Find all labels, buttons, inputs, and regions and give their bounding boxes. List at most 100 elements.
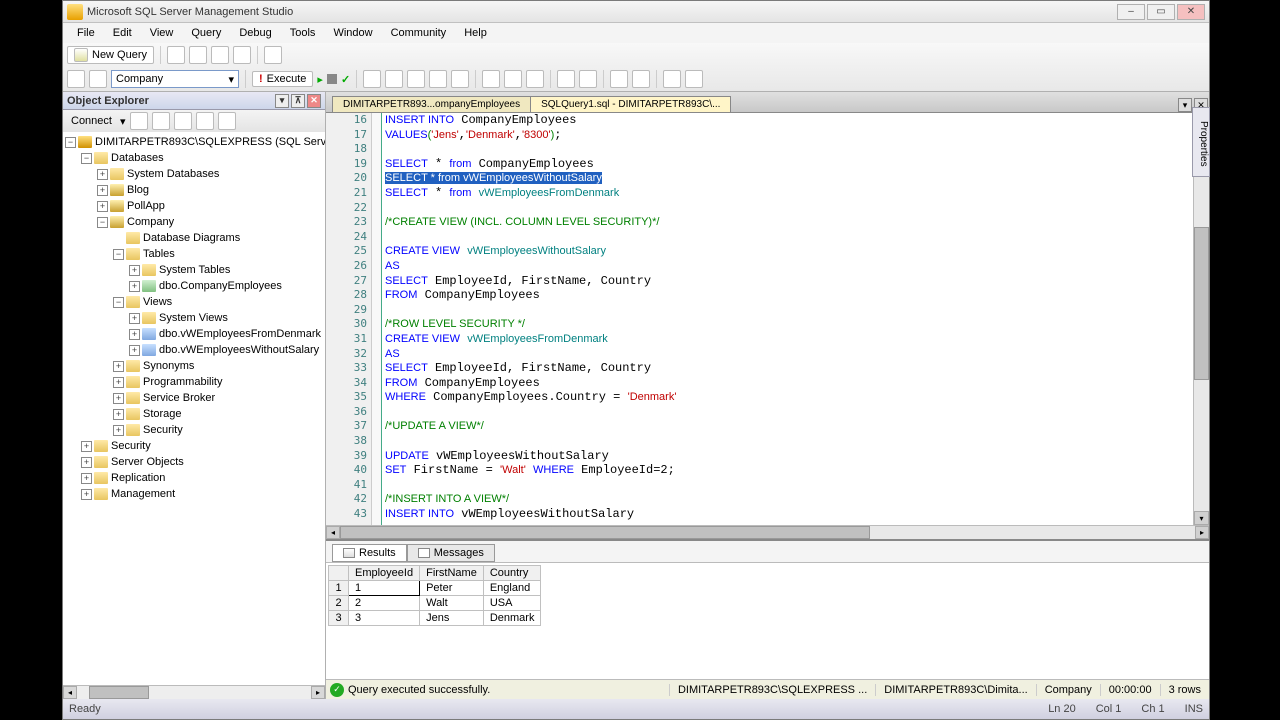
maximize-button[interactable]: ▭ [1147,4,1175,20]
tab-results[interactable]: Results [332,544,407,562]
connect-button[interactable]: Connect [67,114,116,128]
tree-systables[interactable]: System Tables [159,264,230,276]
tree-security[interactable]: Security [111,440,151,452]
activity-icon[interactable] [264,46,282,64]
results-grid[interactable]: EmployeeIdFirstNameCountry11PeterEngland… [326,563,1209,679]
folder-icon [142,312,156,324]
database-dropdown[interactable]: Company ▾ [111,70,239,88]
tree-dbdiagrams[interactable]: Database Diagrams [143,232,240,244]
fold-margin[interactable] [372,113,382,525]
menu-help[interactable]: Help [456,25,495,41]
tree-server[interactable]: DIMITARPETR893C\SQLEXPRESS (SQL Server 1… [95,136,325,148]
close-button[interactable]: ✕ [1177,4,1205,20]
vscroll-thumb[interactable] [1194,227,1209,381]
tab-company-employees[interactable]: DIMITARPETR893...ompanyEmployees [332,96,531,112]
scroll-left-icon[interactable]: ◂ [326,526,340,539]
tree-sysdb[interactable]: System Databases [127,168,219,180]
folder-icon [126,248,140,260]
specify-values-icon[interactable] [663,70,681,88]
tab-dropdown-icon[interactable]: ▾ [1178,98,1192,112]
results-text-icon[interactable] [482,70,500,88]
status-rows: 3 rows [1160,684,1209,696]
tree-vw-nosalary[interactable]: dbo.vWEmployeesWithoutSalary [159,344,319,356]
pin-icon[interactable]: ⊼ [291,94,305,108]
tree-servicebroker[interactable]: Service Broker [143,392,215,404]
titlebar[interactable]: Microsoft SQL Server Management Studio –… [63,1,1209,23]
refresh-icon[interactable] [174,112,192,130]
tree-management[interactable]: Management [111,488,175,500]
menu-community[interactable]: Community [383,25,455,41]
indent-icon[interactable] [610,70,628,88]
tree-databases[interactable]: Databases [111,152,164,164]
filter-icon[interactable] [196,112,214,130]
saveall-icon[interactable] [211,46,229,64]
results-file-icon[interactable] [526,70,544,88]
tree-pollapp[interactable]: PollApp [127,200,165,212]
panel-close-icon[interactable]: ✕ [307,94,321,108]
menu-tools[interactable]: Tools [282,25,324,41]
comment-icon[interactable] [557,70,575,88]
include-plan-icon[interactable] [429,70,447,88]
scroll-left-icon[interactable]: ◂ [63,686,77,699]
estimated-plan-icon[interactable] [363,70,381,88]
tree-blog[interactable]: Blog [127,184,149,196]
server-icon [78,136,92,148]
tree-sysviews[interactable]: System Views [159,312,228,324]
template-params-icon[interactable] [685,70,703,88]
hscroll-thumb[interactable] [340,526,870,539]
results-grid-icon[interactable] [504,70,522,88]
menu-query[interactable]: Query [183,25,229,41]
stop-icon[interactable] [327,74,337,84]
available-db-icon[interactable] [89,70,107,88]
tree-company[interactable]: Company [127,216,174,228]
open-icon[interactable] [167,46,185,64]
object-tree[interactable]: −DIMITARPETR893C\SQLEXPRESS (SQL Server … [63,132,325,685]
oe-search-icon[interactable] [218,112,236,130]
sql-editor[interactable]: INSERT INTO CompanyEmployeesVALUES('Jens… [382,113,1193,525]
tab-messages[interactable]: Messages [407,544,495,562]
query-options-icon[interactable] [385,70,403,88]
execute-label: Execute [267,73,307,85]
include-stats-icon[interactable] [451,70,469,88]
tree-views[interactable]: Views [143,296,172,308]
new-query-button[interactable]: New Query [67,46,154,64]
scroll-down-icon[interactable]: ▾ [1194,511,1209,525]
minimize-button[interactable]: – [1117,4,1145,20]
properties-tab[interactable]: Properties [1192,107,1210,177]
outdent-icon[interactable] [632,70,650,88]
change-conn-icon[interactable] [67,70,85,88]
menu-debug[interactable]: Debug [231,25,279,41]
intellisense-icon[interactable] [407,70,425,88]
object-explorer: Object Explorer ▾ ⊼ ✕ Connect▾ −DIMITARP… [63,92,326,699]
menu-window[interactable]: Window [325,25,380,41]
tree-security-db[interactable]: Security [143,424,183,436]
print-icon[interactable] [233,46,251,64]
tree-replication[interactable]: Replication [111,472,165,484]
menu-file[interactable]: File [69,25,103,41]
stop-connect-icon[interactable] [152,112,170,130]
tree-serverobjects[interactable]: Server Objects [111,456,184,468]
success-icon: ✓ [330,683,344,697]
scroll-right-icon[interactable]: ▸ [1195,526,1209,539]
status-ins: INS [1185,703,1203,715]
uncomment-icon[interactable] [579,70,597,88]
disconnect-icon[interactable] [130,112,148,130]
panel-dropdown-icon[interactable]: ▾ [275,94,289,108]
menubar: File Edit View Query Debug Tools Window … [63,23,1209,43]
menu-view[interactable]: View [142,25,182,41]
editor-hscroll[interactable]: ◂ ▸ [326,525,1209,539]
execute-button[interactable]: ! Execute [252,71,313,87]
parse-icon[interactable]: ✓ [341,73,350,86]
tree-programmability[interactable]: Programmability [143,376,222,388]
tree-storage[interactable]: Storage [143,408,182,420]
tree-synonyms[interactable]: Synonyms [143,360,194,372]
tree-vw-denmark[interactable]: dbo.vWEmployeesFromDenmark [159,328,321,340]
tree-companyemp[interactable]: dbo.CompanyEmployees [159,280,282,292]
menu-edit[interactable]: Edit [105,25,140,41]
tree-tables[interactable]: Tables [143,248,175,260]
save-icon[interactable] [189,46,207,64]
oe-hscroll[interactable]: ◂ ▸ [63,685,325,699]
debug-icon[interactable]: ▸ [317,73,323,86]
tab-sqlquery1[interactable]: SQLQuery1.sql - DIMITARPETR893C\... [530,96,731,112]
scroll-right-icon[interactable]: ▸ [311,686,325,699]
